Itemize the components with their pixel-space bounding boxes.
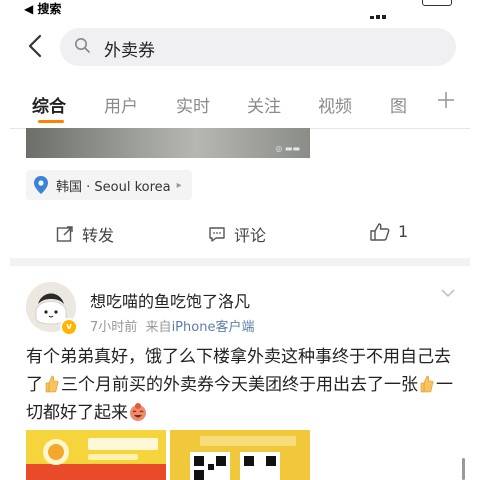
tab-users[interactable]: 用户	[104, 92, 138, 117]
comment-button[interactable]: 评论	[208, 222, 266, 246]
back-to-app-link[interactable]: ◀ 搜索	[24, 0, 61, 17]
chevron-left-icon	[28, 34, 42, 58]
signal-icon	[370, 0, 392, 19]
tab-all[interactable]: 综合	[32, 92, 66, 117]
search-header: 外卖券	[10, 22, 470, 72]
back-button[interactable]	[22, 32, 50, 60]
post-menu-chevron-icon[interactable]	[440, 286, 456, 302]
battery-icon	[422, 0, 452, 6]
post-source-prefix: 来自	[145, 320, 172, 335]
laughing-face-emoji-icon	[130, 403, 146, 421]
watermark-icon: ◎ ▬▬	[275, 144, 300, 153]
image-content	[26, 430, 166, 480]
repost-label: 转发	[82, 226, 115, 245]
post-text-part: 三个月前买的外卖券今天美团终于用出去了一张	[61, 375, 418, 395]
verified-badge-icon: v	[60, 318, 78, 336]
repost-icon	[56, 226, 73, 242]
location-label: 韩国 · Seoul korea	[56, 179, 171, 195]
thumbs-up-emoji-icon	[45, 375, 59, 393]
post-actions: 转发 评论 1	[10, 214, 470, 254]
status-bar: ◀ 搜索	[10, 0, 470, 19]
search-input[interactable]: 外卖券	[60, 28, 456, 66]
thumbs-up-emoji-icon	[420, 375, 434, 393]
scrollbar[interactable]	[462, 458, 465, 480]
post-body: 有个弟弟真好，饿了么下楼拿外卖这种事终于不用自己去了 三个月前买的外卖券今天美团终…	[26, 343, 456, 427]
thumbs-up-icon	[370, 222, 390, 241]
tab-following[interactable]: 关注	[247, 92, 281, 117]
result-tabs: 综合 用户 实时 关注 视频 图	[10, 82, 470, 129]
tab-realtime[interactable]: 实时	[176, 92, 210, 117]
location-chip[interactable]: 韩国 · Seoul korea ▸	[26, 170, 192, 200]
like-count: 1	[398, 222, 409, 241]
post-meta: 7小时前 来自iPhone客户端	[90, 316, 254, 335]
plus-icon[interactable]	[436, 90, 456, 114]
post-image[interactable]: ◎ ▬▬	[26, 128, 310, 158]
like-button[interactable]: 1	[370, 222, 408, 241]
comment-icon	[209, 227, 225, 242]
image-content	[170, 430, 310, 480]
search-icon	[75, 38, 90, 53]
post-time: 7小时前	[90, 320, 138, 335]
tab-images[interactable]: 图	[390, 92, 407, 117]
location-pin-icon	[34, 176, 48, 194]
post-author[interactable]: 想吃喵的鱼吃饱了洛凡	[90, 288, 250, 312]
post-source-link[interactable]: iPhone客户端	[172, 320, 255, 335]
feed-divider	[10, 258, 470, 266]
post-image-thumbnail[interactable]	[170, 430, 310, 480]
post-image-thumbnail[interactable]	[26, 430, 166, 480]
chevron-right-icon: ▸	[176, 179, 182, 191]
comment-label: 评论	[234, 226, 267, 245]
search-query: 外卖券	[104, 41, 155, 61]
active-tab-indicator	[38, 120, 64, 123]
weibo-search-screen: ◀ 搜索 外卖券 综合 用户 实时 关注 视频 图 ◎ ▬▬ 韩国 · Seou…	[10, 0, 470, 480]
repost-button[interactable]: 转发	[56, 222, 114, 246]
tab-video[interactable]: 视频	[318, 92, 352, 117]
